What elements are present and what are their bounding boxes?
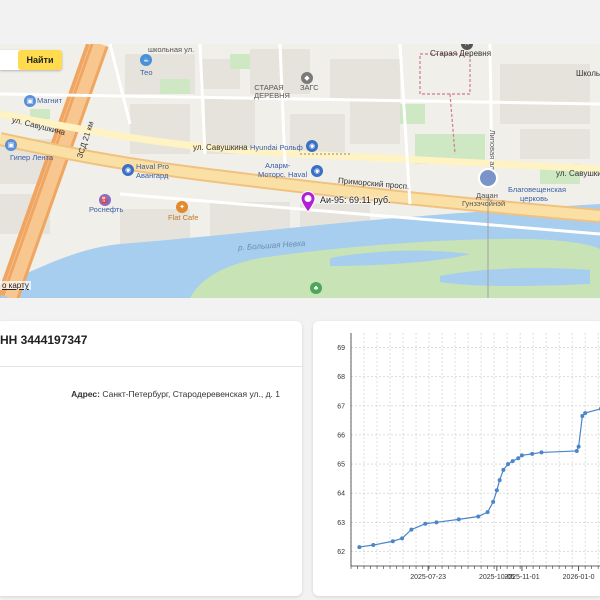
y-tick-label: 68 [337, 374, 345, 381]
fuel-station-poi-icon[interactable]: ⛽ [99, 194, 111, 206]
y-tick-label: 66 [337, 432, 345, 439]
address-label: Адрес: [71, 389, 100, 399]
y-tick-label: 69 [337, 345, 345, 352]
datsan-photo-icon[interactable] [478, 168, 498, 188]
y-tick-label: 67 [337, 403, 345, 410]
fuel-price-label: Аи-95: 69.11 руб. [320, 195, 391, 205]
x-tick-label: 2026-01-0 [563, 574, 595, 581]
map-label-avangard: Авангард [136, 171, 169, 180]
map-label-alarm: Аларм- [265, 161, 291, 170]
map-label-savushkina-mid: ул. Савушкина [193, 143, 248, 152]
price-data-point [576, 444, 581, 449]
price-data-point [516, 456, 521, 461]
station-address: Адрес: Санкт-Петербург, Стародеревенская… [71, 389, 280, 399]
map[interactable]: школьная ул. Старая Деревня Школь Тео Ма… [0, 44, 600, 298]
price-data-point [423, 521, 428, 526]
price-data-point [357, 545, 362, 550]
map-label-lipovaya: Липовая ал. [487, 129, 497, 172]
map-label-magnit: Магнит [37, 96, 63, 105]
map-label-staraya-derevnya-area: СТАРАЯ ДЕРЕВНЯ [254, 83, 290, 101]
map-label-flat-cafe: Flat Cafe [168, 213, 199, 222]
map-label-church: церковь [520, 194, 548, 203]
price-data-point [494, 488, 499, 493]
map-label-motors-haval: Моторс. Haval [258, 170, 308, 179]
open-map-link[interactable]: о карту [0, 281, 31, 290]
map-label-rosneft: Роснефть [89, 205, 124, 214]
address-value: Санкт-Петербург, Стародеревенская ул., д… [102, 389, 280, 399]
price-data-point [456, 517, 461, 522]
map-label-savushkina-right: ул. Савушкин [556, 169, 600, 178]
card-divider [0, 366, 302, 367]
price-data-point [491, 499, 496, 504]
price-data-point [485, 510, 490, 515]
park-poi-icon[interactable]: ♣ [310, 282, 322, 294]
fuel-station-marker-icon[interactable] [300, 191, 316, 213]
station-info-card [0, 321, 302, 596]
price-data-point [583, 411, 588, 416]
car-dealer-2-poi-icon[interactable]: ◉ [122, 164, 134, 176]
x-tick-label: 2025-07-23 [410, 574, 446, 581]
restaurant-poi-icon[interactable]: ✦ [176, 201, 188, 213]
map-label-teo: Тео [140, 68, 153, 77]
hypermarket-poi-icon[interactable]: ▣ [5, 139, 17, 151]
price-data-point [519, 453, 524, 458]
y-tick-label: 63 [337, 520, 345, 527]
inn-title: НН 3444197347 [0, 333, 88, 347]
map-search-button[interactable]: Найти [18, 50, 62, 70]
price-data-point [497, 478, 502, 483]
map-label-gunzechoinei: Гунзэчойнэй [462, 199, 506, 208]
map-label-giper-lenta: Гипер Лента [10, 153, 54, 162]
zags-poi-icon[interactable]: ◆ [301, 72, 313, 84]
map-label-staraya-derevnya-station: Старая Деревня [430, 49, 492, 58]
price-data-point [501, 467, 506, 472]
car-dealer-3-poi-icon[interactable]: ◉ [311, 165, 323, 177]
cafe-poi-icon[interactable]: ☕ [140, 54, 152, 66]
map-label-haval-pro: Haval Pro [136, 162, 169, 171]
y-tick-label: 64 [337, 491, 345, 498]
price-data-point [476, 514, 481, 519]
price-history-chart: 62636465666768692025-07-23 2025-10-052025… [337, 333, 600, 581]
price-data-point [409, 527, 414, 532]
price-data-point [574, 448, 579, 453]
y-tick-label: 65 [337, 462, 345, 469]
y-tick-label: 62 [337, 549, 345, 556]
price-data-point [539, 450, 544, 455]
price-series-line [359, 408, 600, 548]
price-data-point [510, 459, 515, 464]
car-dealer-poi-icon[interactable]: ◉ [306, 140, 318, 152]
price-data-point [530, 451, 535, 456]
map-label-shkolnaya-right: Школь [576, 69, 600, 78]
x-tick-label: 2025-11-01 [504, 574, 539, 581]
shop-poi-icon[interactable]: ▣ [24, 95, 36, 107]
map-label-shkolnaya: школьная ул. [148, 45, 195, 54]
price-data-point [390, 539, 395, 544]
price-data-point [506, 462, 511, 467]
price-data-point [400, 536, 405, 541]
price-data-point [434, 520, 439, 525]
map-label-hyundai: Hyundai Рольф [250, 143, 303, 152]
map-label-blagoveshchenskaya: Благовещенская [508, 185, 567, 194]
price-data-point [371, 543, 376, 548]
price-data-point [580, 414, 585, 419]
map-label-zags: ЗАГС [300, 83, 319, 92]
